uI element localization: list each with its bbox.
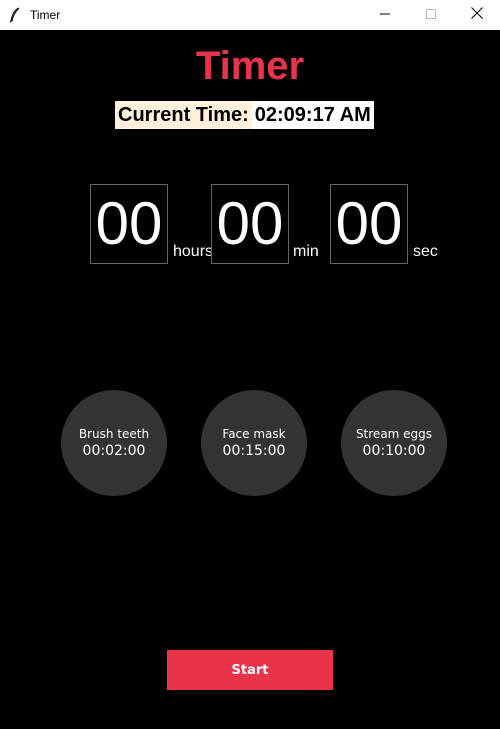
minutes-unit-label: min bbox=[293, 243, 319, 260]
minimize-icon bbox=[380, 6, 390, 24]
preset-brush-teeth-button[interactable]: Brush teeth 00:02:00 bbox=[61, 390, 167, 496]
window-titlebar: Timer bbox=[0, 0, 500, 30]
hours-unit-label: hours bbox=[173, 243, 214, 260]
app-title: Timer bbox=[195, 44, 305, 88]
preset-name: Brush teeth bbox=[78, 427, 150, 441]
preset-time: 00:10:00 bbox=[362, 443, 426, 459]
close-button[interactable] bbox=[454, 0, 500, 30]
preset-stream-eggs-button[interactable]: Stream eggs 00:10:00 bbox=[341, 390, 447, 496]
start-button[interactable]: Start bbox=[167, 650, 333, 690]
preset-name: Face mask bbox=[222, 427, 286, 441]
close-icon bbox=[471, 6, 483, 24]
current-time: Current Time: 02:09:17 AM bbox=[115, 101, 374, 129]
maximize-icon bbox=[426, 6, 436, 24]
seconds-display[interactable]: 00 bbox=[330, 184, 408, 264]
minimize-button[interactable] bbox=[362, 0, 408, 30]
minutes-display[interactable]: 00 bbox=[211, 184, 289, 264]
preset-time: 00:02:00 bbox=[82, 443, 146, 459]
window-title: Timer bbox=[30, 8, 61, 22]
feather-icon bbox=[9, 7, 21, 23]
seconds-unit-label: sec bbox=[413, 243, 438, 260]
current-time-value: 02:09:17 AM bbox=[251, 101, 374, 129]
preset-name: Stream eggs bbox=[355, 427, 433, 441]
current-time-label: Current Time: bbox=[115, 101, 252, 129]
preset-time: 00:15:00 bbox=[222, 443, 286, 459]
maximize-button[interactable] bbox=[408, 0, 454, 30]
preset-face-mask-button[interactable]: Face mask 00:15:00 bbox=[201, 390, 307, 496]
hours-display[interactable]: 00 bbox=[90, 184, 168, 264]
